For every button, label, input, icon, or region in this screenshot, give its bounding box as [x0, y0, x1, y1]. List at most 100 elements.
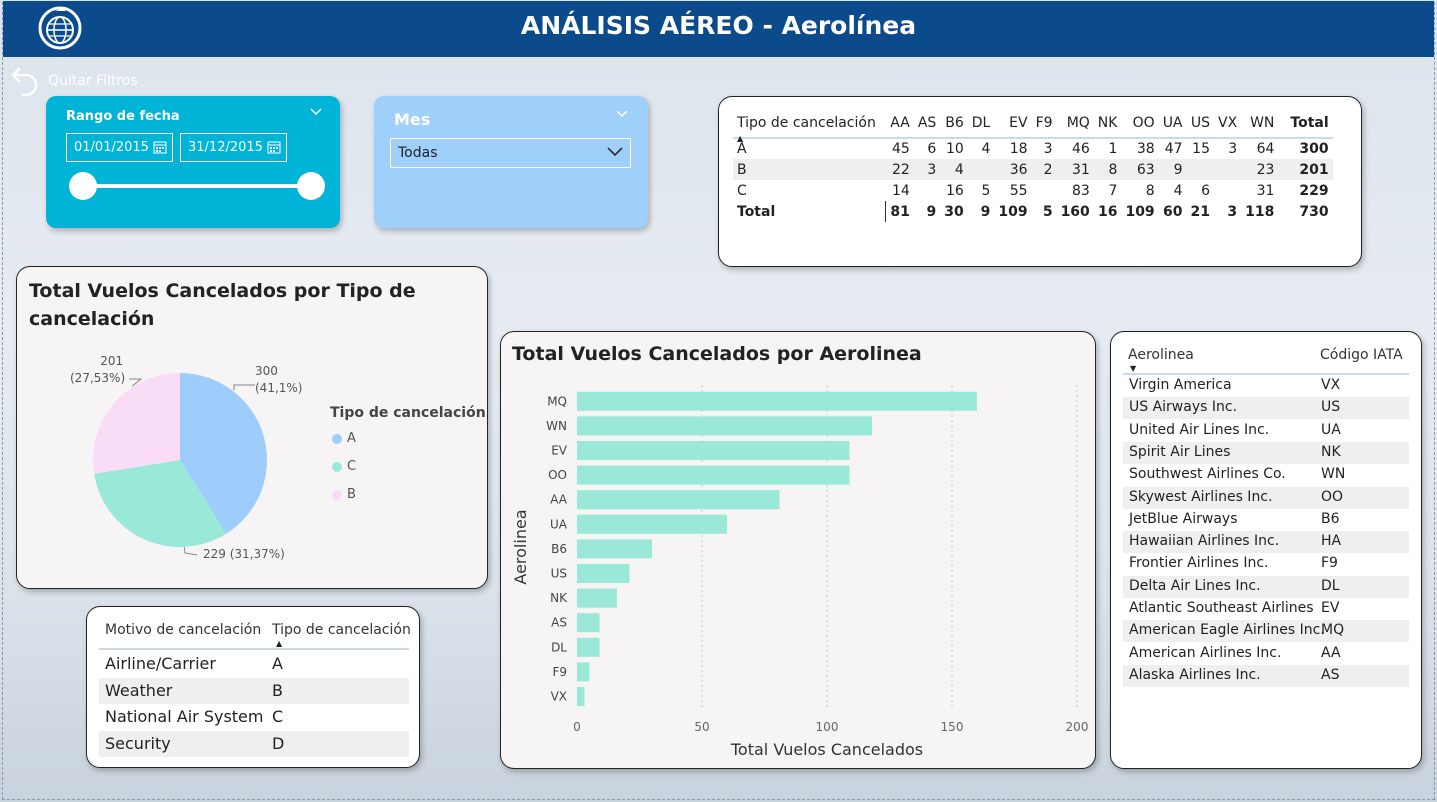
bar-nk[interactable] [577, 588, 617, 608]
bar-as[interactable] [577, 613, 600, 633]
legend-swatch [332, 489, 342, 500]
airline-name-cell: Frontier Airlines Inc. [1129, 555, 1269, 572]
month-dropdown[interactable]: Todas [390, 138, 631, 168]
bar-mq[interactable] [577, 391, 977, 411]
table-row[interactable]: United Air Lines Inc. UA [1123, 420, 1409, 442]
bar-b6[interactable] [577, 539, 652, 559]
matrix-column-header[interactable]: B6 [940, 109, 967, 138]
table-row[interactable]: Frontier Airlines Inc. F9 [1123, 553, 1409, 575]
legend-item[interactable]: A [332, 431, 356, 446]
y-tick-label: UA [550, 517, 568, 531]
clear-filters-button[interactable]: Quitar Filtros [10, 64, 138, 98]
matrix-column-header[interactable]: DL [968, 109, 995, 138]
bar-aa[interactable] [577, 490, 780, 510]
table-row[interactable]: Delta Air Lines Inc. DL [1123, 575, 1409, 598]
matrix-cell: 6 [927, 141, 937, 157]
y-axis-title: Aerolinea [511, 509, 530, 584]
type-column-header[interactable]: Tipo de cancelación [272, 622, 411, 638]
bar-ua[interactable] [577, 514, 727, 534]
airline-name-cell: US Airways Inc. [1129, 399, 1238, 416]
table-row[interactable]: Southwest Airlines Co. WN [1123, 464, 1409, 486]
date-range-end-handle[interactable] [297, 172, 325, 200]
table-row[interactable]: American Eagle Airlines Inc. MQ [1123, 620, 1409, 643]
matrix-column-header[interactable]: WN [1241, 109, 1278, 138]
y-tick-label: B6 [551, 542, 567, 556]
matrix-column-header[interactable]: AS [914, 109, 940, 138]
table-row[interactable]: US Airways Inc. US [1123, 397, 1409, 420]
matrix-cell: 229 [1299, 182, 1329, 199]
bar-ev[interactable] [577, 441, 850, 460]
iata-code-cell: DL [1321, 577, 1340, 594]
matrix-column-header[interactable]: NK [1094, 109, 1122, 138]
chevron-down-icon [607, 147, 623, 157]
calendar-icon[interactable] [267, 140, 281, 154]
table-row[interactable]: Airline/Carrier A [99, 651, 409, 677]
reason-column-header[interactable]: Motivo de cancelación [105, 622, 261, 638]
matrix-cell: 3 [1227, 203, 1238, 220]
bar-chart[interactable]: Total Vuelos Cancelados por Aerolinea 0 50… [501, 332, 1093, 766]
matrix-column-header[interactable]: MQ [1057, 109, 1094, 138]
matrix-column-header[interactable]: Total [1278, 109, 1332, 138]
y-tick-label: DL [551, 640, 567, 654]
iata-code-cell: F9 [1321, 555, 1338, 572]
legend-item[interactable]: B [332, 487, 356, 502]
matrix-cell: 64 [1256, 141, 1275, 157]
header-divider [99, 648, 409, 650]
date-range-start-handle[interactable] [69, 172, 97, 200]
start-date-input[interactable]: 01/01/2015 [66, 133, 173, 162]
table-row[interactable]: Alaska Airlines Inc. AS [1123, 664, 1409, 687]
matrix-cell: 47 [1164, 141, 1183, 157]
matrix-row-header[interactable]: Tipo de cancelación ▲ [733, 109, 886, 143]
chevron-down-icon[interactable] [616, 110, 628, 118]
matrix-cell: 83 [1071, 182, 1090, 199]
iata-code-cell: UA [1321, 421, 1341, 438]
chevron-down-icon[interactable] [310, 108, 322, 116]
matrix-column-header[interactable]: VX [1214, 109, 1241, 138]
matrix-column-header[interactable]: EV [994, 109, 1031, 138]
x-tick-label: 0 [573, 720, 581, 734]
date-range-slider-track[interactable] [83, 184, 311, 188]
end-date-input[interactable]: 31/12/2015 [180, 133, 287, 162]
bar-dl[interactable] [577, 637, 600, 657]
reason-cell: Airline/Carrier [105, 654, 216, 673]
table-row[interactable]: American Airlines Inc. AA [1123, 643, 1409, 665]
bar-vx[interactable] [577, 687, 585, 706]
table-row[interactable]: Security D [99, 730, 409, 757]
matrix-column-header[interactable]: UA [1159, 109, 1187, 138]
x-tick-label: 200 [1066, 720, 1089, 734]
table-row[interactable]: Skywest Airlines Inc. OO [1123, 486, 1409, 509]
matrix-column-header[interactable]: AA [886, 109, 914, 138]
matrix-column-header[interactable]: US [1187, 109, 1214, 138]
bar-f9[interactable] [577, 662, 590, 682]
bar-us[interactable] [577, 564, 630, 583]
matrix-cell: 30 [944, 203, 964, 220]
table-row[interactable]: JetBlue Airways B6 [1123, 509, 1409, 531]
legend-label: A [347, 431, 356, 446]
table-row[interactable]: Weather B [99, 677, 409, 704]
pie-leader-line [233, 384, 255, 391]
table-row[interactable]: Hawaiian Airlines Inc. HA [1123, 531, 1409, 554]
matrix-cell: 7 [1108, 182, 1118, 199]
calendar-icon[interactable] [153, 140, 167, 154]
iata-code-cell: EV [1321, 600, 1340, 616]
airline-name-cell: Spirit Air Lines [1129, 443, 1231, 460]
matrix-row-label: B [737, 161, 747, 178]
table-row[interactable]: Virgin America VX [1123, 375, 1409, 397]
table-row[interactable]: National Air System C [99, 704, 409, 730]
x-tick-label: 150 [941, 720, 964, 734]
bar-wn[interactable] [577, 416, 872, 436]
matrix-column-header[interactable]: F9 [1032, 109, 1057, 138]
matrix-cell: 109 [998, 203, 1028, 220]
table-row[interactable]: Spirit Air Lines NK [1123, 441, 1409, 464]
bar-oo[interactable] [577, 465, 850, 485]
month-slicer-label: Mes [394, 110, 431, 129]
pie-slice-b[interactable] [93, 373, 180, 474]
reason-cell: Security [105, 733, 171, 753]
iata-column-header[interactable]: Código IATA [1320, 347, 1403, 363]
table-row[interactable]: Atlantic Southeast Airlines EV [1123, 598, 1409, 620]
matrix-column-header[interactable]: OO [1121, 109, 1158, 138]
legend-item[interactable]: C [332, 459, 356, 474]
airline-column-header[interactable]: Aerolinea [1128, 347, 1194, 363]
matrix-cell: 8 [1108, 161, 1118, 178]
sort-ascending-icon: ▲ [276, 639, 283, 648]
